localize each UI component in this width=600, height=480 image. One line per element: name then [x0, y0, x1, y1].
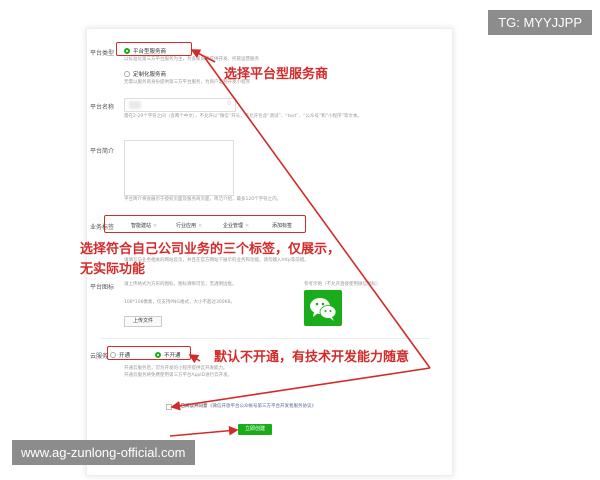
radio-platform-type-custom[interactable] — [124, 71, 130, 77]
platform-intro-textarea[interactable] — [124, 140, 234, 196]
platform-type-label: 平台类型 — [90, 50, 115, 57]
highlight-business-tags — [104, 215, 306, 233]
platform-icon-desc: 请上传格式为方形的图标，图标清晰可见，无透明边框。 — [124, 282, 237, 287]
section-divider — [100, 338, 430, 339]
platform-name-input[interactable]: 0 — [124, 98, 236, 112]
cloud-service-label: 云服务 — [90, 353, 109, 360]
agreement-link[interactable]: 《微信开放平台公众帐号第三方平台开发者服务协议》 — [208, 404, 316, 410]
upload-file-text: 上传文件 — [132, 318, 153, 324]
cloud-desc-1: 开通云服务后，可为开发的小程序提供云开发能力。 — [124, 366, 228, 371]
blurred-name-value — [129, 101, 141, 109]
platform-icon-label: 平台图标 — [90, 284, 115, 291]
wechat-example-image — [304, 290, 342, 326]
char-count: 0 — [227, 100, 231, 107]
annotation-tags-line1: 选择符合自己公司业务的三个标签，仅展示， — [80, 242, 341, 257]
watermark-top: TG: MYYJJPP — [488, 10, 592, 35]
platform-icon-spec: 108*108像素，仅支持PNG格式，大小不超过300KB。 — [124, 300, 236, 305]
example-label: 参考示例（不允许直接使用微信图标） — [304, 282, 381, 287]
watermark-bottom: www.ag-zunlong-official.com — [12, 440, 195, 465]
business-tags-hint: 请填写与业务相关的网站首页，并且在官方网站下展示的业务和功能。请勿输入http等… — [124, 258, 309, 263]
agreement-label: 我已阅读并同意 — [176, 404, 208, 409]
platform-intro-hint: 平台简介将会展示于授权页面及服务商页面，简洁介绍，最多120个字符之内。 — [124, 197, 282, 202]
annotation-tags-line2: 无实际功能 — [80, 262, 146, 277]
platform-name-label: 平台名称 — [90, 104, 115, 111]
create-now-text: 立即创建 — [244, 426, 265, 432]
upload-file-button[interactable]: 上传文件 — [124, 316, 162, 327]
platform-intro-label: 平台简介 — [90, 148, 115, 155]
create-now-button[interactable]: 立即创建 — [238, 424, 272, 435]
annotation-cloud: 默认不开通，有技术开发能力随意 — [214, 350, 410, 365]
annotation-select-platform: 选择平台型服务商 — [224, 67, 329, 82]
platform-name-hint: 需在2-29个字符之间（含两个中文），不允许以“微信”开头，不允许包含“测试”、… — [124, 114, 362, 119]
option-custom-label: 定制化服务商 — [133, 72, 167, 78]
cloud-desc-2: 开通云服务将免费使用第三方平台AppID进行云开发。 — [124, 373, 233, 378]
highlight-platform-type — [116, 42, 192, 56]
agreement-checkbox[interactable] — [166, 404, 172, 410]
wechat-icon — [310, 298, 337, 321]
highlight-cloud-service — [107, 346, 191, 360]
